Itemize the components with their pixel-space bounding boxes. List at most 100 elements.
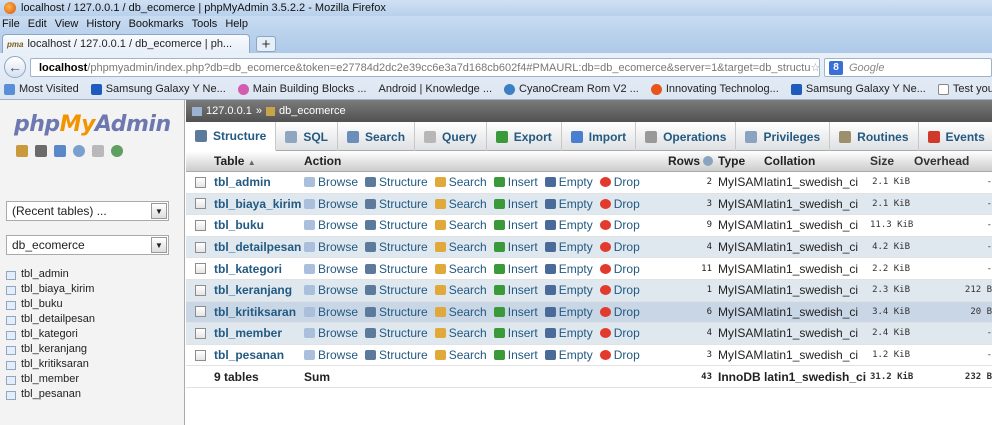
drop-link[interactable]: Drop xyxy=(599,262,640,276)
search-link[interactable]: Search xyxy=(434,218,487,232)
empty-link[interactable]: Empty xyxy=(544,240,593,254)
menu-file[interactable]: File xyxy=(2,18,20,30)
structure-link[interactable]: Structure xyxy=(365,262,428,276)
table-row[interactable]: tbl_keranjang Browse Structure Search Insert… xyxy=(186,279,992,302)
drop-link[interactable]: Drop xyxy=(599,197,640,211)
bookmark-innovating[interactable]: Innovating Technolog... xyxy=(650,83,779,95)
row-size[interactable]: 2.3 KiB xyxy=(870,285,914,295)
structure-link[interactable]: Structure xyxy=(365,175,428,189)
nav-table-label[interactable]: tbl_kategori xyxy=(21,328,78,340)
table-name-link[interactable]: tbl_keranjang xyxy=(214,283,304,297)
structure-link[interactable]: Structure xyxy=(365,218,428,232)
search-link[interactable]: Search xyxy=(434,262,487,276)
empty-link[interactable]: Empty xyxy=(544,175,593,189)
row-size[interactable]: 2.4 KiB xyxy=(870,328,914,338)
menu-edit[interactable]: Edit xyxy=(28,18,47,30)
header-collation[interactable]: Collation xyxy=(764,154,870,168)
structure-link[interactable]: Structure xyxy=(365,305,428,319)
insert-link[interactable]: Insert xyxy=(493,326,538,340)
help-icon[interactable] xyxy=(703,156,714,166)
row-size[interactable]: 2.2 KiB xyxy=(870,264,914,274)
header-rows[interactable]: Rows xyxy=(668,154,718,168)
search-link[interactable]: Search xyxy=(434,240,487,254)
browse-link[interactable]: Browse xyxy=(304,326,358,340)
tab-export[interactable]: Export xyxy=(487,122,562,151)
bookmark-samsung-1[interactable]: Samsung Galaxy Y Ne... xyxy=(90,83,226,95)
empty-link[interactable]: Empty xyxy=(544,326,593,340)
back-button[interactable]: ← xyxy=(4,56,26,78)
row-checkbox[interactable] xyxy=(194,284,206,296)
url-controls[interactable]: ☆ ▽ C xyxy=(810,61,819,74)
table-name-link[interactable]: tbl_member xyxy=(214,326,304,340)
nav-table-item[interactable]: tbl_pesanan xyxy=(6,388,95,403)
recent-tables-select[interactable]: (Recent tables) ... ▼ xyxy=(6,201,169,221)
tab-structure[interactable]: Structure xyxy=(186,122,277,151)
row-checkbox[interactable] xyxy=(194,241,206,253)
structure-link[interactable]: Structure xyxy=(365,197,428,211)
drop-link[interactable]: Drop xyxy=(599,218,640,232)
insert-link[interactable]: Insert xyxy=(493,175,538,189)
menu-help[interactable]: Help xyxy=(225,18,248,30)
table-row[interactable]: tbl_detailpesan Browse Structure Search Inse… xyxy=(186,236,992,259)
browse-link[interactable]: Browse xyxy=(304,197,358,211)
nav-table-item[interactable]: tbl_admin xyxy=(6,268,95,283)
browser-tab[interactable]: pma localhost / 127.0.0.1 / db_ecomerce … xyxy=(2,34,250,53)
empty-link[interactable]: Empty xyxy=(544,197,593,211)
bookmark-test[interactable]: Test your Pr xyxy=(937,83,992,95)
insert-link[interactable]: Insert xyxy=(493,283,538,297)
browse-link[interactable]: Browse xyxy=(304,283,358,297)
empty-link[interactable]: Empty xyxy=(544,305,593,319)
tab-operations[interactable]: Operations xyxy=(636,122,737,151)
browse-link[interactable]: Browse xyxy=(304,305,358,319)
empty-link[interactable]: Empty xyxy=(544,218,593,232)
query-window-icon[interactable] xyxy=(54,145,66,157)
nav-table-item[interactable]: tbl_member xyxy=(6,373,95,388)
nav-table-label[interactable]: tbl_biaya_kirim xyxy=(21,283,94,295)
logout-icon[interactable] xyxy=(35,145,47,157)
bookmark-samsung-2[interactable]: Samsung Galaxy Y Ne... xyxy=(790,83,926,95)
nav-table-item[interactable]: tbl_kategori xyxy=(6,328,95,343)
row-checkbox[interactable] xyxy=(194,176,206,188)
row-size[interactable]: 2.1 KiB xyxy=(870,177,914,187)
table-name-link[interactable]: tbl_admin xyxy=(214,175,304,189)
browse-link[interactable]: Browse xyxy=(304,175,358,189)
table-name-link[interactable]: tbl_kritiksaran xyxy=(214,305,304,319)
browse-link[interactable]: Browse xyxy=(304,240,358,254)
search-link[interactable]: Search xyxy=(434,326,487,340)
structure-link[interactable]: Structure xyxy=(365,348,428,362)
header-table[interactable]: Table ▲ xyxy=(214,154,304,168)
home-icon[interactable] xyxy=(16,145,28,157)
structure-link[interactable]: Structure xyxy=(365,283,428,297)
nav-table-label[interactable]: tbl_kritiksaran xyxy=(21,358,89,370)
nav-table-label[interactable]: tbl_pesanan xyxy=(21,388,81,400)
bookmark-most-visited[interactable]: Most Visited xyxy=(4,83,79,95)
insert-link[interactable]: Insert xyxy=(493,197,538,211)
nav-table-label[interactable]: tbl_keranjang xyxy=(21,343,87,355)
table-name-link[interactable]: tbl_kategori xyxy=(214,262,304,276)
reload-icon[interactable] xyxy=(111,145,123,157)
browse-link[interactable]: Browse xyxy=(304,348,358,362)
insert-link[interactable]: Insert xyxy=(493,262,538,276)
empty-link[interactable]: Empty xyxy=(544,262,593,276)
url-bar[interactable]: localhost /phpmyadmin/index.php?db=db_ec… xyxy=(30,58,820,77)
drop-link[interactable]: Drop xyxy=(599,305,640,319)
table-row[interactable]: tbl_admin Browse Structure Search Insert Empt… xyxy=(186,172,992,194)
row-checkbox[interactable] xyxy=(194,263,206,275)
new-tab-button[interactable]: + xyxy=(256,36,276,52)
table-name-link[interactable]: tbl_buku xyxy=(214,218,304,232)
table-name-link[interactable]: tbl_pesanan xyxy=(214,348,304,362)
breadcrumb-server[interactable]: 127.0.0.1 xyxy=(206,105,252,117)
nav-table-item[interactable]: tbl_kritiksaran xyxy=(6,358,95,373)
nav-table-item[interactable]: tbl_buku xyxy=(6,298,95,313)
nav-table-label[interactable]: tbl_detailpesan xyxy=(21,313,95,325)
search-link[interactable]: Search xyxy=(434,197,487,211)
row-checkbox[interactable] xyxy=(194,219,206,231)
drop-link[interactable]: Drop xyxy=(599,175,640,189)
nav-table-item[interactable]: tbl_keranjang xyxy=(6,343,95,358)
tab-import[interactable]: Import xyxy=(562,122,637,151)
menu-history[interactable]: History xyxy=(86,18,120,30)
nav-table-label[interactable]: tbl_admin xyxy=(21,268,69,280)
table-row[interactable]: tbl_pesanan Browse Structure Search Insert Em… xyxy=(186,344,992,367)
bookmark-cyanocream[interactable]: CyanoCream Rom V2 ... xyxy=(504,83,639,95)
database-select[interactable]: db_ecomerce ▼ xyxy=(6,235,169,255)
